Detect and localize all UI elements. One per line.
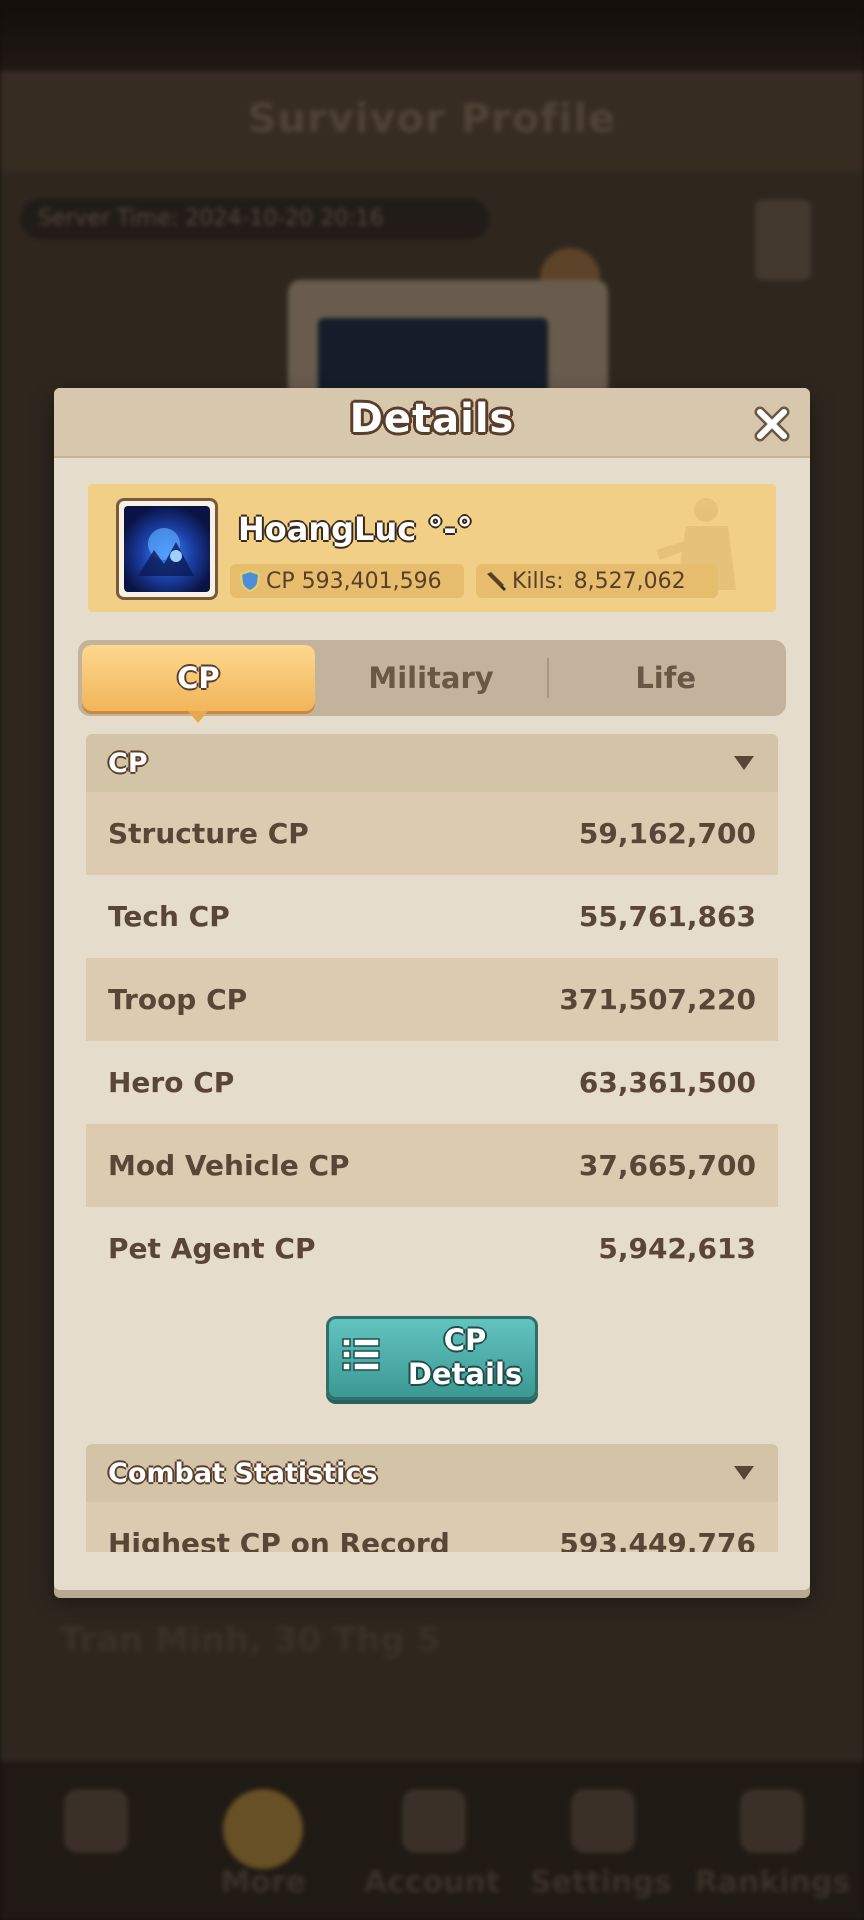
tab-life[interactable]: Life [549,645,782,711]
list-icon [342,1338,380,1371]
chevron-down-icon [734,1466,754,1480]
stat-label: Tech CP [108,900,230,933]
tab-cp[interactable]: CP [82,645,315,723]
stat-label: Highest CP on Record [108,1527,450,1552]
shield-icon [238,569,262,593]
close-icon [754,406,790,442]
stat-row-pet-agent-cp: Pet Agent CP 5,942,613 [86,1207,778,1290]
cp-section-title: CP [108,747,148,779]
cp-details-button[interactable]: CP Details [326,1316,538,1400]
chevron-down-icon [734,756,754,770]
close-button[interactable] [750,402,794,446]
details-modal: Details HoangLuc °-° CP 593,401,596 Kill… [54,388,810,1590]
combat-section-title: Combat Statistics [108,1457,378,1489]
stat-value: 59,162,700 [578,817,756,850]
player-kills-badge: Kills: 8,527,062 [476,564,718,598]
stat-row-mod-vehicle-cp: Mod Vehicle CP 37,665,700 [86,1124,778,1207]
stat-value: 55,761,863 [578,900,756,933]
cp-details-container: CP Details [86,1290,778,1426]
stat-label: Pet Agent CP [108,1232,316,1265]
kills-label: Kills: [512,568,564,594]
stat-value: 5,942,613 [598,1232,756,1265]
detail-tabs: CP Military Life [78,640,786,723]
avatar[interactable] [116,498,218,600]
stat-row-highest-cp: Highest CP on Record 593,449,776 [86,1502,778,1552]
player-name: HoangLuc °-° [238,510,473,548]
stat-value: 593,449,776 [559,1527,756,1552]
stat-label: Troop CP [108,983,248,1016]
stat-row-troop-cp: Troop CP 371,507,220 [86,958,778,1041]
avatar-art-icon [138,528,194,576]
stat-row-structure-cp: Structure CP 59,162,700 [86,792,778,875]
stat-label: Mod Vehicle CP [108,1149,350,1182]
cp-details-label-line2: Details [407,1357,523,1391]
modal-header: Details [54,388,810,458]
player-cp-badge: CP 593,401,596 [230,564,464,598]
kills-value: 8,527,062 [573,568,686,594]
combat-section-header[interactable]: Combat Statistics [86,1444,778,1502]
avatar-image [124,506,210,592]
cp-section-header[interactable]: CP [86,734,778,792]
stat-row-hero-cp: Hero CP 63,361,500 [86,1041,778,1124]
stat-label: Hero CP [108,1066,235,1099]
modal-title: Details [349,396,515,442]
details-scroll-area[interactable]: CP Structure CP 59,162,700 Tech CP 55,76… [86,734,778,1552]
stat-label: Structure CP [108,817,309,850]
cp-details-label: CP Details [395,1323,535,1391]
stat-row-tech-cp: Tech CP 55,761,863 [86,875,778,958]
stat-value: 37,665,700 [578,1149,756,1182]
player-cp-value: CP 593,401,596 [266,568,442,594]
player-banner: HoangLuc °-° CP 593,401,596 Kills: 8,527… [88,484,776,612]
stat-value: 63,361,500 [578,1066,756,1099]
cp-details-label-line1: CP [443,1323,487,1357]
knife-icon [484,569,508,593]
tab-military[interactable]: Military [315,645,548,711]
stat-value: 371,507,220 [559,983,756,1016]
